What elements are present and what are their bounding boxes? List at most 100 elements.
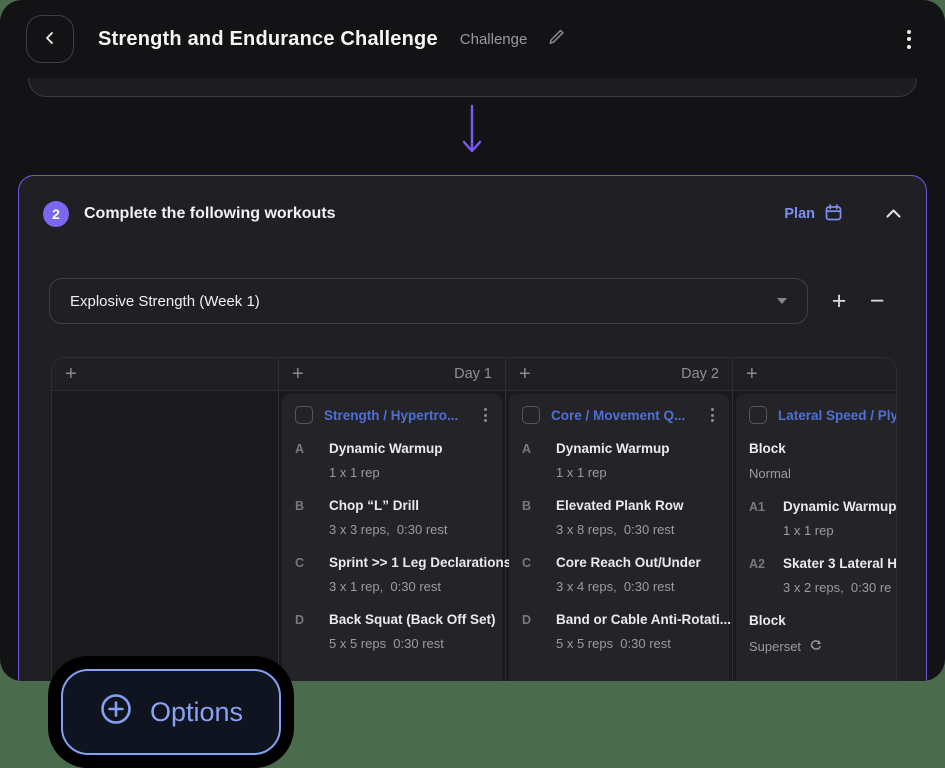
exercise-letter: A2: [749, 556, 783, 595]
plus-circle-icon: [99, 692, 133, 733]
grid-column-header: +: [733, 358, 897, 391]
block-title: Block: [749, 613, 897, 628]
back-button[interactable]: [26, 15, 74, 63]
options-button[interactable]: Options: [61, 669, 281, 755]
exercise-name: Dynamic Warmup: [783, 499, 897, 514]
exercise-row[interactable]: C Sprint >> 1 Leg Declarations 3 x 1 rep…: [282, 550, 502, 607]
block-subtitle: Normal: [749, 466, 791, 481]
week-selector-row: Explosive Strength (Week 1) + −: [49, 278, 896, 324]
exercise-row[interactable]: A Dynamic Warmup 1 x 1 rep: [282, 436, 502, 493]
workout-kebab-menu[interactable]: [482, 406, 489, 424]
page-title: Strength and Endurance Challenge: [98, 28, 438, 51]
add-day-icon[interactable]: +: [65, 364, 77, 384]
exercise-name: Elevated Plank Row: [556, 498, 684, 513]
step-card-header: 2 Complete the following workouts Plan: [19, 176, 926, 252]
flow-down-arrow-icon: [458, 104, 486, 163]
exercise-name: Back Squat (Back Off Set): [329, 612, 496, 627]
block-subtitle: Superset: [749, 639, 801, 654]
workout-checkbox[interactable]: [749, 406, 767, 424]
block-row: Block Superset: [736, 608, 897, 668]
exercise-name: Sprint >> 1 Leg Declarations: [329, 555, 511, 570]
grid-column-day2: + Day 2 Core / Movement Q... A Dynamic W…: [506, 358, 733, 681]
workout-card-header: Strength / Hypertro...: [282, 394, 502, 436]
grid-column-empty: +: [52, 358, 279, 681]
workout-card: Lateral Speed / Ply Block Normal A1 Dyna…: [736, 394, 897, 681]
exercise-detail: 1 x 1 rep: [329, 465, 443, 480]
exercise-detail: 3 x 4 reps, 0:30 rest: [556, 579, 701, 594]
exercise-detail: 3 x 1 rep, 0:30 rest: [329, 579, 511, 594]
exercise-row[interactable]: C Core Reach Out/Under 3 x 4 reps, 0:30 …: [509, 550, 729, 607]
options-label: Options: [150, 697, 243, 728]
exercise-row[interactable]: A2 Skater 3 Lateral Ho 3 x 2 reps, 0:30 …: [736, 551, 897, 608]
workout-title-link[interactable]: Lateral Speed / Ply: [778, 408, 897, 423]
previous-step-card-edge: [28, 78, 917, 97]
grid-column-day3: + Lateral Speed / Ply Block Normal: [733, 358, 897, 681]
exercise-letter: A1: [749, 499, 783, 538]
plan-link[interactable]: Plan: [784, 203, 843, 226]
workout-card-header: Core / Movement Q...: [509, 394, 729, 436]
exercise-name: Core Reach Out/Under: [556, 555, 701, 570]
add-workout-icon[interactable]: +: [746, 364, 758, 384]
edit-title-button[interactable]: [547, 28, 565, 51]
plan-label: Plan: [784, 206, 815, 222]
exercise-detail: 3 x 8 reps, 0:30 rest: [556, 522, 684, 537]
exercise-letter: D: [522, 612, 556, 651]
exercise-detail: 3 x 3 reps, 0:30 rest: [329, 522, 448, 537]
exercise-letter: A: [295, 441, 329, 480]
grid-column-day1: + Day 1 Strength / Hypertro... A Dynamic…: [279, 358, 506, 681]
remove-week-button[interactable]: −: [858, 282, 896, 320]
exercise-row[interactable]: A Dynamic Warmup 1 x 1 rep: [509, 436, 729, 493]
workout-card: Strength / Hypertro... A Dynamic Warmup …: [282, 394, 502, 681]
workout-checkbox[interactable]: [295, 406, 313, 424]
chevron-up-icon: [885, 207, 902, 222]
exercise-row[interactable]: D Back Squat (Back Off Set) 5 x 5 reps 0…: [282, 607, 502, 664]
grid-column-header: + Day 2: [506, 358, 732, 391]
workout-title-link[interactable]: Strength / Hypertro...: [324, 408, 471, 423]
exercise-name: Chop “L” Drill: [329, 498, 448, 513]
exercise-letter: B: [295, 498, 329, 537]
day-label: Day 1: [454, 366, 492, 382]
top-bar: Strength and Endurance Challenge Challen…: [0, 0, 945, 78]
exercise-detail: 1 x 1 rep: [556, 465, 670, 480]
grid-column-body: Strength / Hypertro... A Dynamic Warmup …: [279, 391, 505, 681]
back-chevron-icon: [42, 30, 58, 49]
workout-kebab-menu[interactable]: [709, 406, 716, 424]
block-title: Block: [749, 441, 897, 456]
workout-grid: + + Day 1 Strength / Hypertro...: [51, 357, 897, 681]
grid-column-header: +: [52, 358, 278, 391]
exercise-letter: A: [522, 441, 556, 480]
exercise-detail: 5 x 5 reps 0:30 rest: [556, 636, 731, 651]
block-row: Block Normal: [736, 436, 897, 494]
grid-column-header: + Day 1: [279, 358, 505, 391]
exercise-detail: 5 x 5 reps 0:30 rest: [329, 636, 496, 651]
week-select[interactable]: Explosive Strength (Week 1): [49, 278, 808, 324]
grid-column-body: [52, 391, 278, 681]
add-workout-icon[interactable]: +: [292, 364, 304, 384]
chevron-down-icon: [777, 298, 787, 304]
workout-checkbox[interactable]: [522, 406, 540, 424]
workout-title-link[interactable]: Core / Movement Q...: [551, 408, 698, 423]
step-number-badge: 2: [43, 201, 69, 227]
header-kebab-menu[interactable]: [903, 26, 915, 53]
week-select-value: Explosive Strength (Week 1): [70, 293, 260, 310]
exercise-name: Skater 3 Lateral Ho: [783, 556, 897, 571]
options-annotation-halo: Options: [48, 656, 294, 768]
exercise-letter: C: [522, 555, 556, 594]
exercise-row[interactable]: D Band or Cable Anti-Rotati... 5 x 5 rep…: [509, 607, 729, 664]
exercise-detail: 3 x 2 reps, 0:30 re: [783, 580, 897, 595]
app-window: Strength and Endurance Challenge Challen…: [0, 0, 945, 681]
step-title: Complete the following workouts: [84, 205, 336, 223]
add-week-button[interactable]: +: [820, 282, 858, 320]
add-workout-icon[interactable]: +: [519, 364, 531, 384]
collapse-section-button[interactable]: [885, 207, 902, 222]
exercise-row[interactable]: B Elevated Plank Row 3 x 8 reps, 0:30 re…: [509, 493, 729, 550]
grid-column-body: Core / Movement Q... A Dynamic Warmup 1 …: [506, 391, 732, 681]
challenge-type-badge: Challenge: [460, 31, 528, 48]
exercise-detail: 1 x 1 rep: [783, 523, 897, 538]
exercise-letter: D: [295, 612, 329, 651]
step-card: 2 Complete the following workouts Plan: [18, 175, 927, 681]
exercise-name: Dynamic Warmup: [329, 441, 443, 456]
exercise-name: Dynamic Warmup: [556, 441, 670, 456]
exercise-row[interactable]: A1 Dynamic Warmup 1 x 1 rep: [736, 494, 897, 551]
exercise-row[interactable]: B Chop “L” Drill 3 x 3 reps, 0:30 rest: [282, 493, 502, 550]
